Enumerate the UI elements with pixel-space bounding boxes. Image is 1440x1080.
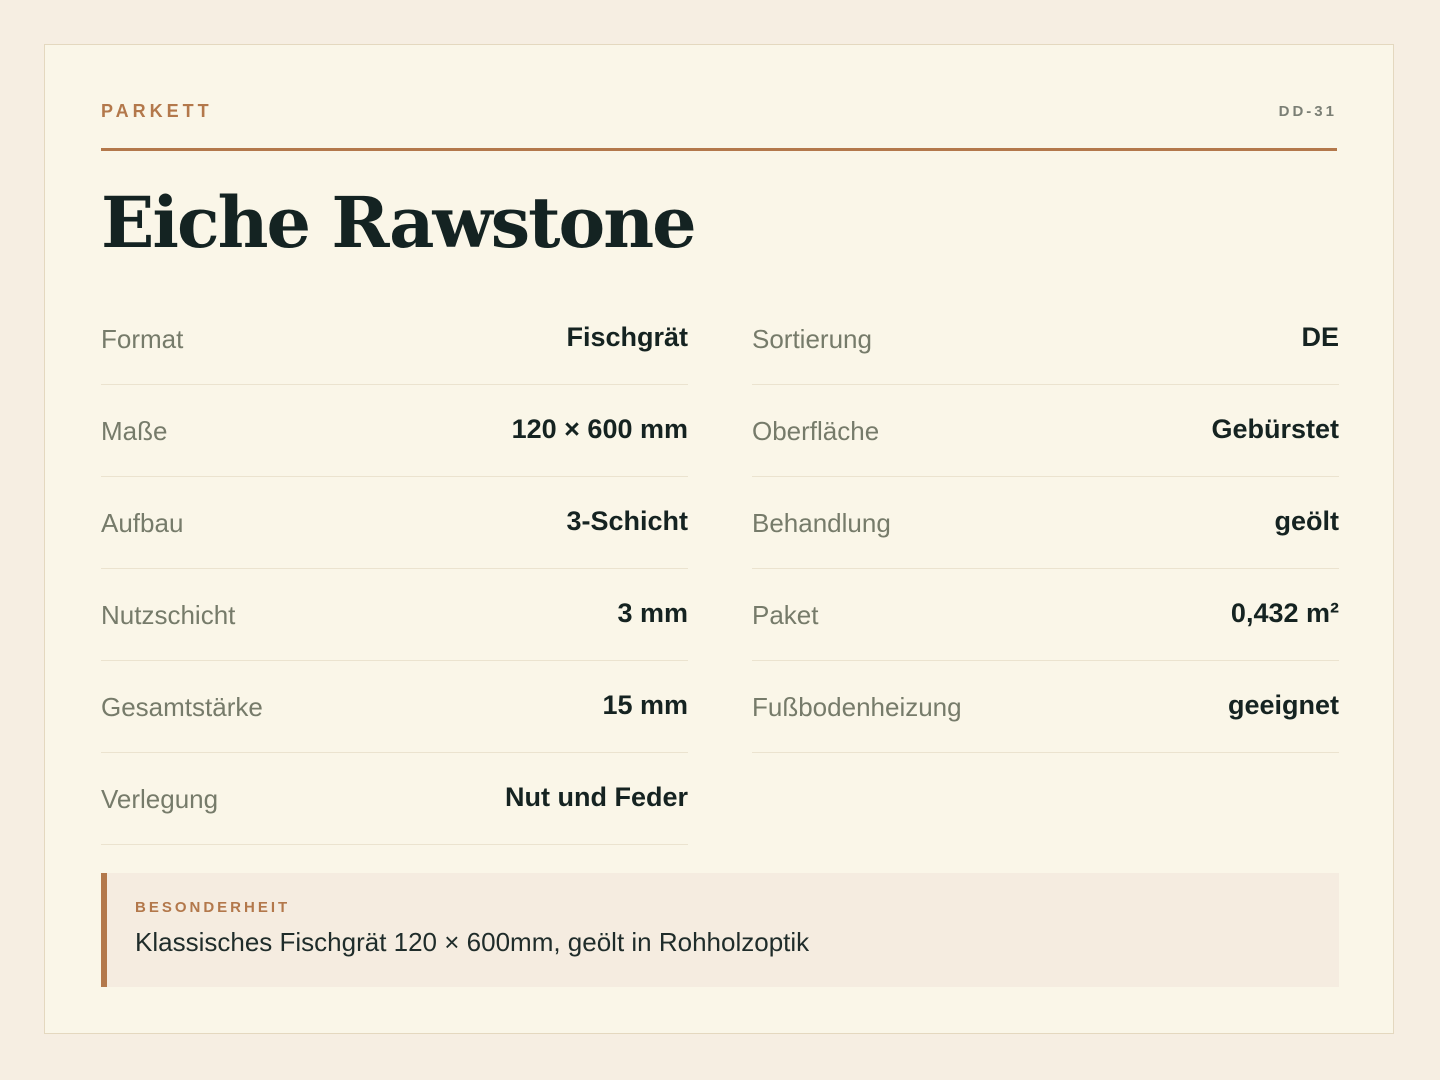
product-title: Eiche Rawstone: [101, 181, 697, 264]
spec-row-behandlung: Behandlung geölt: [752, 477, 1339, 569]
spec-label: Aufbau: [101, 508, 184, 538]
spec-column-left: Format Fischgrät Maße 120 × 600 mm Aufba…: [101, 293, 688, 845]
spec-label: Sortierung: [752, 324, 872, 354]
spec-value: geeignet: [1227, 690, 1339, 720]
spec-row-nutzschicht: Nutzschicht 3 mm: [101, 569, 688, 661]
spec-value: 0,432 m²: [1230, 598, 1339, 628]
spec-row-masse: Maße 120 × 600 mm: [101, 385, 688, 477]
spec-row-aufbau: Aufbau 3-Schicht: [101, 477, 688, 569]
feature-note: BESONDERHEIT Klassisches Fischgrät 120 ×…: [101, 873, 1339, 987]
spec-row-verlegung: Verlegung Nut und Feder: [101, 753, 688, 845]
spec-label: Maße: [101, 416, 168, 446]
spec-label: Oberfläche: [752, 416, 880, 446]
spec-column-right: Sortierung DE Oberfläche Gebürstet Behan…: [752, 293, 1339, 753]
spec-label: Fußbodenheizung: [752, 692, 962, 722]
spec-label: Format: [101, 324, 184, 354]
spec-label: Gesamtstärke: [101, 692, 263, 722]
spec-value: Gebürstet: [1211, 414, 1339, 444]
spec-value: DE: [1301, 322, 1339, 352]
note-text: Klassisches Fischgrät 120 × 600mm, geölt…: [135, 927, 810, 957]
spec-value: Nut und Feder: [505, 782, 688, 812]
note-label: BESONDERHEIT: [135, 899, 291, 916]
spec-value: Fischgrät: [566, 322, 688, 352]
spec-value: 3 mm: [617, 598, 688, 628]
spec-label: Verlegung: [101, 784, 219, 814]
spec-label: Paket: [752, 600, 819, 630]
spec-label: Behandlung: [752, 508, 891, 538]
card-header: PARKETT DD-31: [101, 101, 1337, 151]
spec-value: 3-Schicht: [566, 506, 688, 536]
spec-label: Nutzschicht: [101, 600, 236, 630]
spec-row-gesamtstaerke: Gesamtstärke 15 mm: [101, 661, 688, 753]
spec-value: 15 mm: [602, 690, 688, 720]
spec-value: 120 × 600 mm: [511, 414, 688, 444]
product-card: PARKETT DD-31 Eiche Rawstone Format Fisc…: [44, 44, 1394, 1034]
spec-row-fussbodenheizung: Fußbodenheizung geeignet: [752, 661, 1339, 753]
product-code: DD-31: [1278, 103, 1337, 120]
spec-row-oberflaeche: Oberfläche Gebürstet: [752, 385, 1339, 477]
spec-value: geölt: [1274, 506, 1340, 536]
spec-row-format: Format Fischgrät: [101, 293, 688, 385]
spec-row-sortierung: Sortierung DE: [752, 293, 1339, 385]
category-label: PARKETT: [101, 101, 213, 121]
spec-row-paket: Paket 0,432 m²: [752, 569, 1339, 661]
